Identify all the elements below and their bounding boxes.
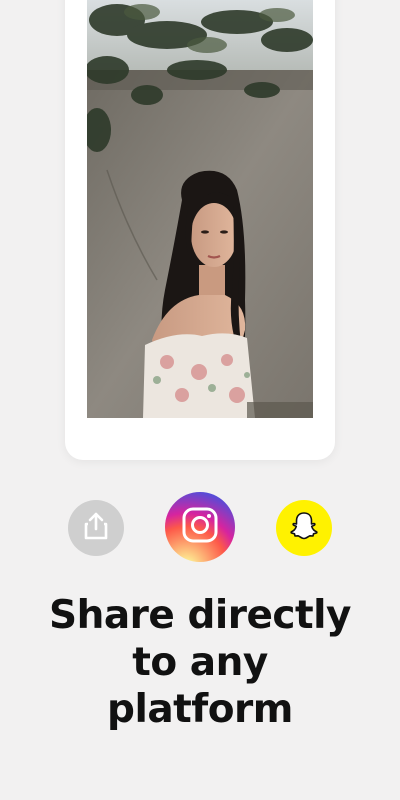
share-upload-icon	[83, 512, 109, 544]
snapchat-ghost-icon	[288, 510, 320, 546]
snapchat-button[interactable]	[276, 500, 332, 556]
instagram-button[interactable]	[165, 492, 235, 562]
share-button[interactable]	[68, 500, 124, 556]
instagram-icon	[182, 507, 218, 547]
phone-preview-frame	[65, 0, 335, 460]
headline-line-3: platform	[107, 687, 293, 732]
headline: Share directly to any platform	[20, 592, 380, 733]
headline-line-2: to any	[132, 640, 268, 685]
preview-photo	[87, 0, 313, 418]
share-buttons-row	[0, 492, 400, 562]
headline-line-1: Share directly	[49, 593, 351, 638]
share-screen: Share directly to any platform	[0, 0, 400, 800]
